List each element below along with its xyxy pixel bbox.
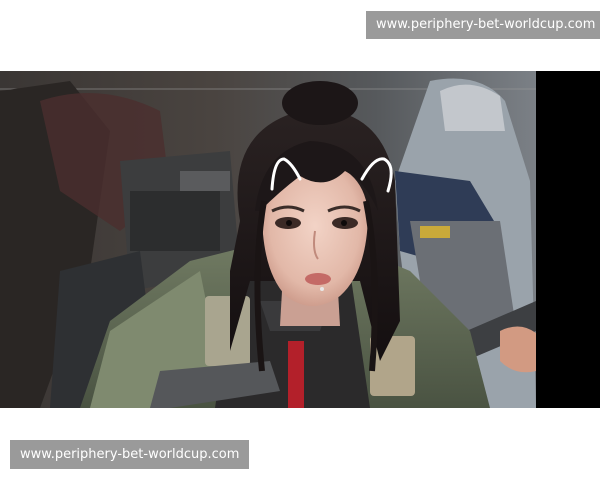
scene-illustration xyxy=(0,71,600,408)
watermark-top: www.periphery-bet-worldcup.com xyxy=(366,11,600,39)
watermark-bottom: www.periphery-bet-worldcup.com xyxy=(10,440,250,469)
video-frame xyxy=(0,71,600,408)
